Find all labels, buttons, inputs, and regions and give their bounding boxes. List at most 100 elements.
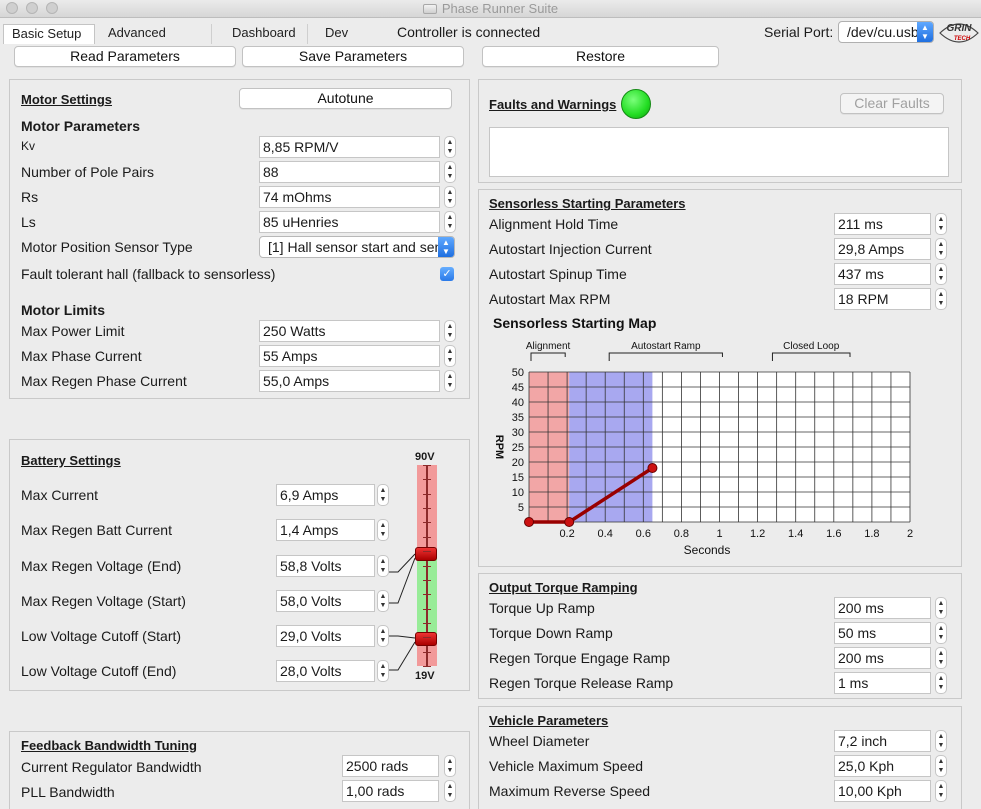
tab-dashboard[interactable]: Dashboard [224,24,308,44]
fault-hall-label: Fault tolerant hall (fallback to sensorl… [21,266,276,282]
voltage-range-slider[interactable] [415,465,437,667]
slider-tick [423,465,431,466]
max-regen-phase-label: Max Regen Phase Current [21,373,187,389]
max-speed-stepper[interactable]: ▲ ▼ [935,755,947,777]
wheel-diameter-field[interactable]: 7,2 inch [834,730,931,752]
torque-up-field[interactable]: 200 ms [834,597,931,619]
voltage-slider-connectors [389,553,416,671]
pole-pairs-stepper[interactable]: ▲ ▼ [444,161,456,183]
spinup-stepper[interactable]: ▲ ▼ [935,263,947,285]
region-annotation: Alignment [526,341,571,352]
max-regen-phase-field[interactable]: 55,0 Amps [259,370,440,392]
y-tick-label: 25 [512,442,524,454]
max-power-label: Max Power Limit [21,323,125,339]
chevron-updown-icon: ▲ ▼ [438,237,454,257]
current-bw-field[interactable]: 2500 rads [342,755,439,777]
max-reverse-stepper[interactable]: ▲ ▼ [935,780,947,802]
regen-engage-stepper[interactable]: ▲ ▼ [935,647,947,669]
wheel-diameter-stepper[interactable]: ▲ ▼ [935,730,947,752]
faults-text-area[interactable] [489,127,949,177]
tab-basic-setup[interactable]: Basic Setup [3,24,95,44]
grin-tech-logo: GRIN TECH [939,23,979,43]
faults-title: Faults and Warnings [489,97,617,112]
max-phase-field[interactable]: 55 Amps [259,345,440,367]
max-phase-stepper[interactable]: ▲ ▼ [444,345,456,367]
regen-engage-field[interactable]: 200 ms [834,647,931,669]
regen-voltage-thumb[interactable] [415,547,437,562]
pole-pairs-field[interactable]: 88 [259,161,440,183]
max-rpm-field[interactable]: 18 RPM [834,288,931,310]
slider-tick [423,666,431,667]
max-regen-phase-stepper[interactable]: ▲ ▼ [444,370,456,392]
max-power-field[interactable]: 250 Watts [259,320,440,342]
series-point[interactable] [564,517,575,527]
title-bar: Phase Runner Suite [0,0,981,18]
kv-field[interactable]: 8,85 RPM/V [259,136,440,158]
slider-tick [423,623,431,624]
x-tick-label: 0.2 [559,528,574,540]
sensorless-panel: Sensorless Starting Parameters Alignment… [478,189,962,567]
torque-down-stepper[interactable]: ▲ ▼ [935,622,947,644]
motor-settings-panel: Motor Settings Autotune Motor Parameters… [9,79,470,399]
clear-faults-button[interactable]: Clear Faults [840,93,944,114]
region-annotation: Autostart Ramp [631,341,701,352]
series-point[interactable] [647,463,658,473]
vehicle-parameters-title: Vehicle Parameters [489,713,609,728]
connector-lvc-end [389,641,416,671]
x-tick-label: 0.6 [636,528,651,540]
spinup-field[interactable]: 437 ms [834,263,931,285]
pll-bw-stepper[interactable]: ▲ ▼ [444,780,456,802]
max-rpm-stepper[interactable]: ▲ ▼ [935,288,947,310]
max-reverse-field[interactable]: 10,00 Kph [834,780,931,802]
max-rpm-label: Autostart Max RPM [489,291,611,307]
serial-port-label: Serial Port: [764,24,834,40]
rs-stepper[interactable]: ▲ ▼ [444,186,456,208]
inj-current-stepper[interactable]: ▲ ▼ [935,238,947,260]
fault-status-indicator [621,89,651,119]
ls-stepper[interactable]: ▲ ▼ [444,211,456,233]
torque-down-field[interactable]: 50 ms [834,622,931,644]
restore-button[interactable]: Restore [482,46,719,67]
x-tick-label: 1 [716,528,722,540]
kv-stepper[interactable]: ▲ ▼ [444,136,456,158]
chart-x-axis-label: Seconds [684,543,731,557]
tab-dev-screen[interactable]: Dev Screen [317,24,397,58]
slider-tick [423,508,431,509]
regen-engage-label: Regen Torque Engage Ramp [489,650,671,666]
autotune-button[interactable]: Autotune [239,88,452,109]
regen-release-field[interactable]: 1 ms [834,672,931,694]
chart-grid [528,371,911,523]
align-hold-label: Alignment Hold Time [489,216,619,232]
max-speed-field[interactable]: 25,0 Kph [834,755,931,777]
y-tick-label: 5 [518,502,524,514]
save-parameters-button[interactable]: Save Parameters [242,46,464,67]
inj-current-field[interactable]: 29,8 Amps [834,238,931,260]
current-bw-label: Current Regulator Bandwidth [21,759,202,775]
slider-tick [423,479,431,480]
y-tick-label: 20 [512,457,524,469]
max-power-stepper[interactable]: ▲ ▼ [444,320,456,342]
read-parameters-button[interactable]: Read Parameters [14,46,236,67]
slider-tick [423,551,431,552]
vehicle-parameters-panel: Vehicle Parameters Wheel Diameter 7,2 in… [478,706,962,809]
torque-up-stepper[interactable]: ▲ ▼ [935,597,947,619]
lvc-voltage-thumb[interactable] [415,632,437,647]
serial-port-select[interactable]: /dev/cu.usbserial ▲▼ [838,21,934,43]
align-hold-field[interactable]: 211 ms [834,213,931,235]
slider-tick [423,609,431,610]
current-bw-stepper[interactable]: ▲ ▼ [444,755,456,777]
align-hold-stepper[interactable]: ▲ ▼ [935,213,947,235]
app-icon [422,4,437,14]
wheel-diameter-label: Wheel Diameter [489,733,590,749]
max-reverse-label: Maximum Reverse Speed [489,783,651,799]
ls-field[interactable]: 85 uHenries [259,211,440,233]
regen-release-stepper[interactable]: ▲ ▼ [935,672,947,694]
fault-hall-checkbox[interactable]: ✓ [440,267,454,281]
chart-y-axis-label: RPM [493,435,505,459]
torque-down-label: Torque Down Ramp [489,625,613,641]
sensor-type-select[interactable]: [1] Hall sensor start and sensorless ▲▼ [259,236,455,258]
rs-field[interactable]: 74 mOhms [259,186,440,208]
pll-bw-field[interactable]: 1,00 rads [342,780,439,802]
series-point[interactable] [524,517,534,527]
tab-advanced-setup[interactable]: Advanced Setup [100,24,212,58]
